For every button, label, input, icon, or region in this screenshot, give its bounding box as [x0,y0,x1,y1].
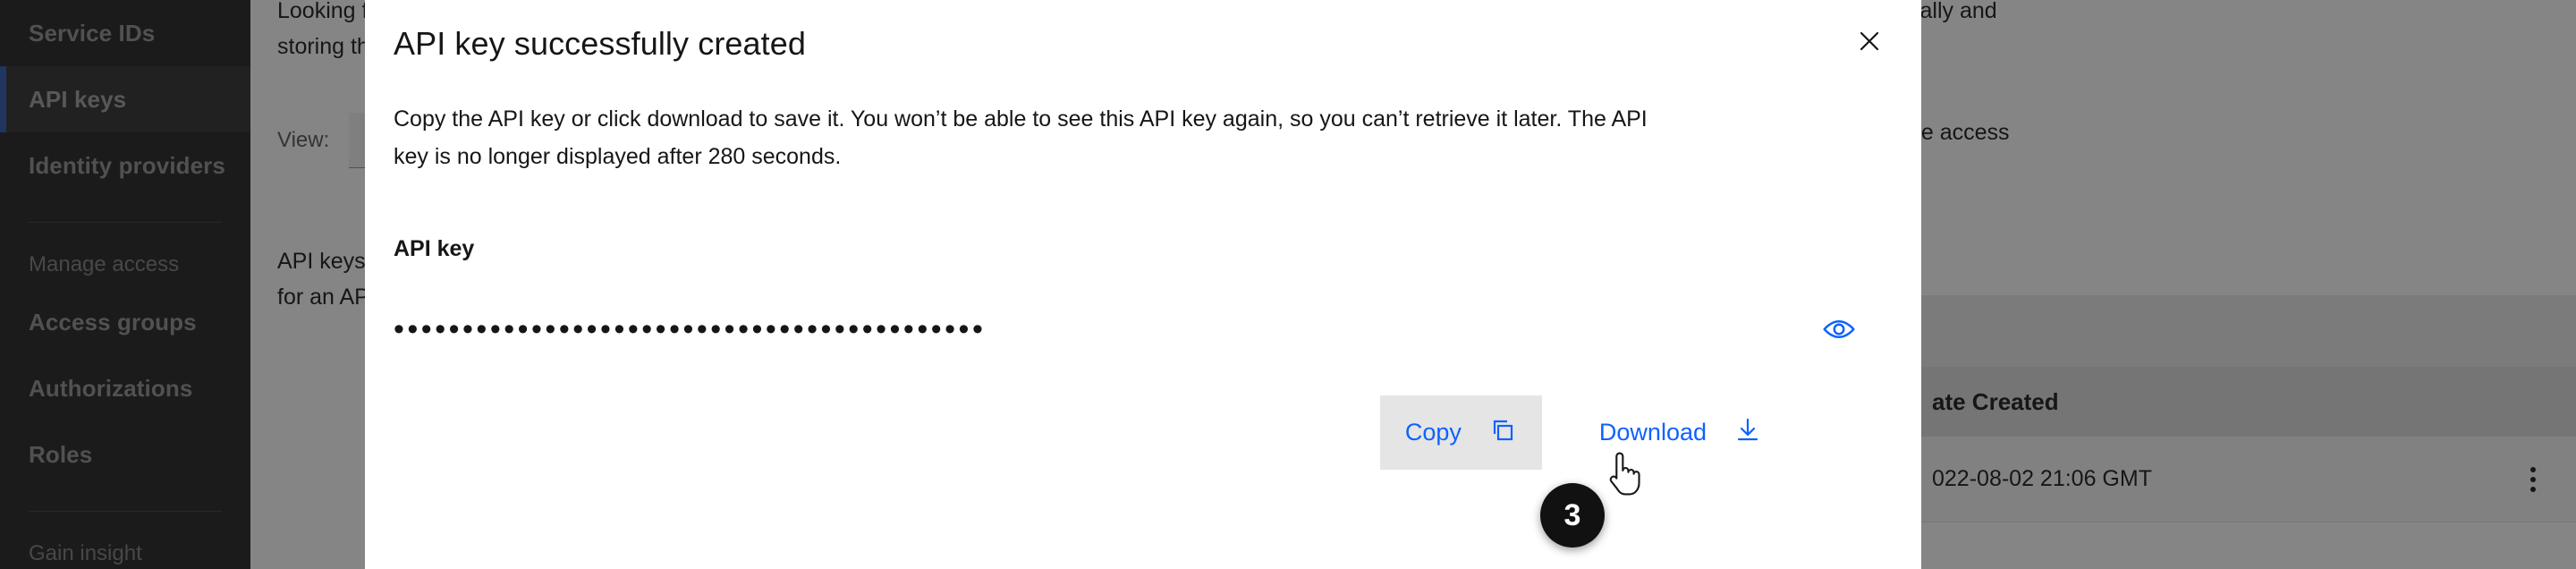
eye-icon[interactable] [1814,304,1864,354]
api-key-label: API key [394,236,475,261]
api-key-created-modal: API key successfully created Copy the AP… [365,0,1921,569]
copy-button-label: Copy [1404,419,1462,446]
download-button[interactable]: Download [1574,395,1787,470]
copy-icon [1488,415,1517,450]
app-screenshot: Service IDs API keys Identity providers … [0,0,2576,569]
api-key-masked-value: ••••••••••••••••••••••••••••••••••••••••… [394,314,987,344]
step-number-badge: 3 [1540,483,1605,548]
modal-title: API key successfully created [394,25,806,62]
modal-description: Copy the API key or click download to sa… [394,106,1648,169]
step-number-label: 3 [1563,497,1581,532]
download-button-label: Download [1598,419,1707,446]
copy-button[interactable]: Copy [1379,395,1542,470]
download-icon [1733,415,1762,450]
api-key-field: ••••••••••••••••••••••••••••••••••••••••… [394,304,1896,354]
modal-action-buttons: Copy Download [1379,395,1787,470]
close-icon[interactable] [1837,9,1902,73]
